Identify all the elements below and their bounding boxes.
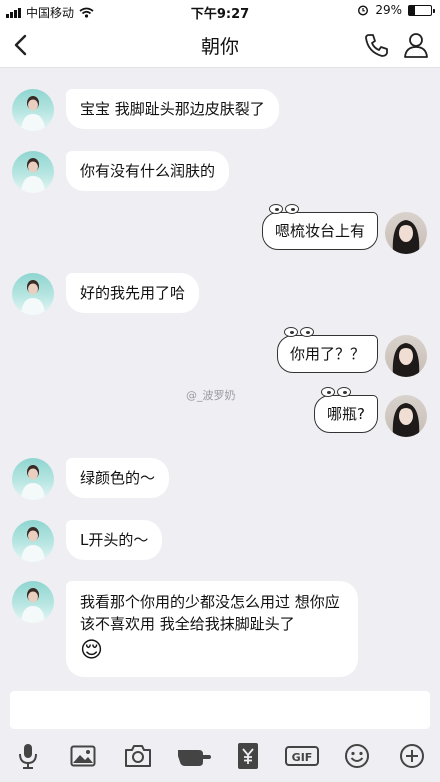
mic-icon[interactable] xyxy=(12,741,44,771)
battery-icon xyxy=(408,4,435,16)
battery-level xyxy=(409,5,416,15)
message-bubble: 好的我先用了哈 xyxy=(66,273,200,313)
message-bubble: L开头的～ xyxy=(66,520,163,560)
emoji-icon[interactable] xyxy=(341,741,373,771)
message-input[interactable] xyxy=(10,691,430,729)
contact-avatar[interactable] xyxy=(12,89,54,131)
plus-icon[interactable] xyxy=(396,741,428,771)
image-icon[interactable] xyxy=(67,741,99,771)
message-bubble-self: 你用了？？ xyxy=(276,327,378,373)
message-bubble: 宝宝 我脚趾头那边皮肤裂了 xyxy=(66,89,279,129)
gif-icon[interactable]: GIF xyxy=(284,741,320,771)
bubble-eyes-decoration xyxy=(283,327,314,337)
message-bubble: 绿颜色的～ xyxy=(66,458,170,498)
contact-avatar[interactable] xyxy=(12,520,54,562)
chat-area: 宝宝 我脚趾头那边皮肤裂了 你有没有什么润肤的 嗯梳妆台上有 好的我先用了哈 你… xyxy=(0,69,440,689)
input-area: GIF xyxy=(0,689,440,782)
contact-avatar[interactable] xyxy=(12,458,54,500)
relieved-face-emoji: 😌 xyxy=(80,638,103,663)
watermark: @_波罗奶 xyxy=(186,389,236,402)
message-bubble-self: 嗯梳妆台上有 xyxy=(261,204,378,250)
message-text: 嗯梳妆台上有 xyxy=(274,222,365,240)
battery-percent: 29% xyxy=(375,3,402,17)
self-avatar[interactable] xyxy=(385,212,427,254)
camera-icon[interactable] xyxy=(122,741,154,771)
message-bubble-self: 哪瓶? xyxy=(314,387,378,433)
contact-avatar[interactable] xyxy=(12,151,54,193)
contact-avatar[interactable] xyxy=(12,581,54,623)
self-avatar[interactable] xyxy=(385,395,427,437)
message-bubble: 你有没有什么润肤的 xyxy=(66,151,230,191)
status-bar: 中国移动 下午9:27 29% xyxy=(0,0,440,22)
bubble-eyes-decoration xyxy=(268,204,299,214)
phone-icon[interactable] xyxy=(362,30,392,60)
message-text: 哪瓶? xyxy=(327,405,365,423)
message-bubble: 我看那个你用的少都没怎么用过 想你应该不喜欢用 我全给我抹脚趾头了 😌 xyxy=(66,581,358,677)
message-text: 你用了？？ xyxy=(289,345,365,363)
nav-bar: 朝你 xyxy=(0,22,440,68)
svg-text:GIF: GIF xyxy=(292,751,313,764)
self-avatar[interactable] xyxy=(385,335,427,377)
message-text: 我看那个你用的少都没怎么用过 想你应该不喜欢用 我全给我抹脚趾头了 xyxy=(80,593,340,633)
red-packet-icon[interactable] xyxy=(232,741,264,771)
poke-icon[interactable] xyxy=(176,741,212,771)
profile-icon[interactable] xyxy=(401,30,431,60)
alarm-icon xyxy=(358,5,369,16)
bubble-eyes-decoration xyxy=(321,387,352,397)
input-toolbar: GIF xyxy=(0,737,440,777)
contact-avatar[interactable] xyxy=(12,273,54,315)
